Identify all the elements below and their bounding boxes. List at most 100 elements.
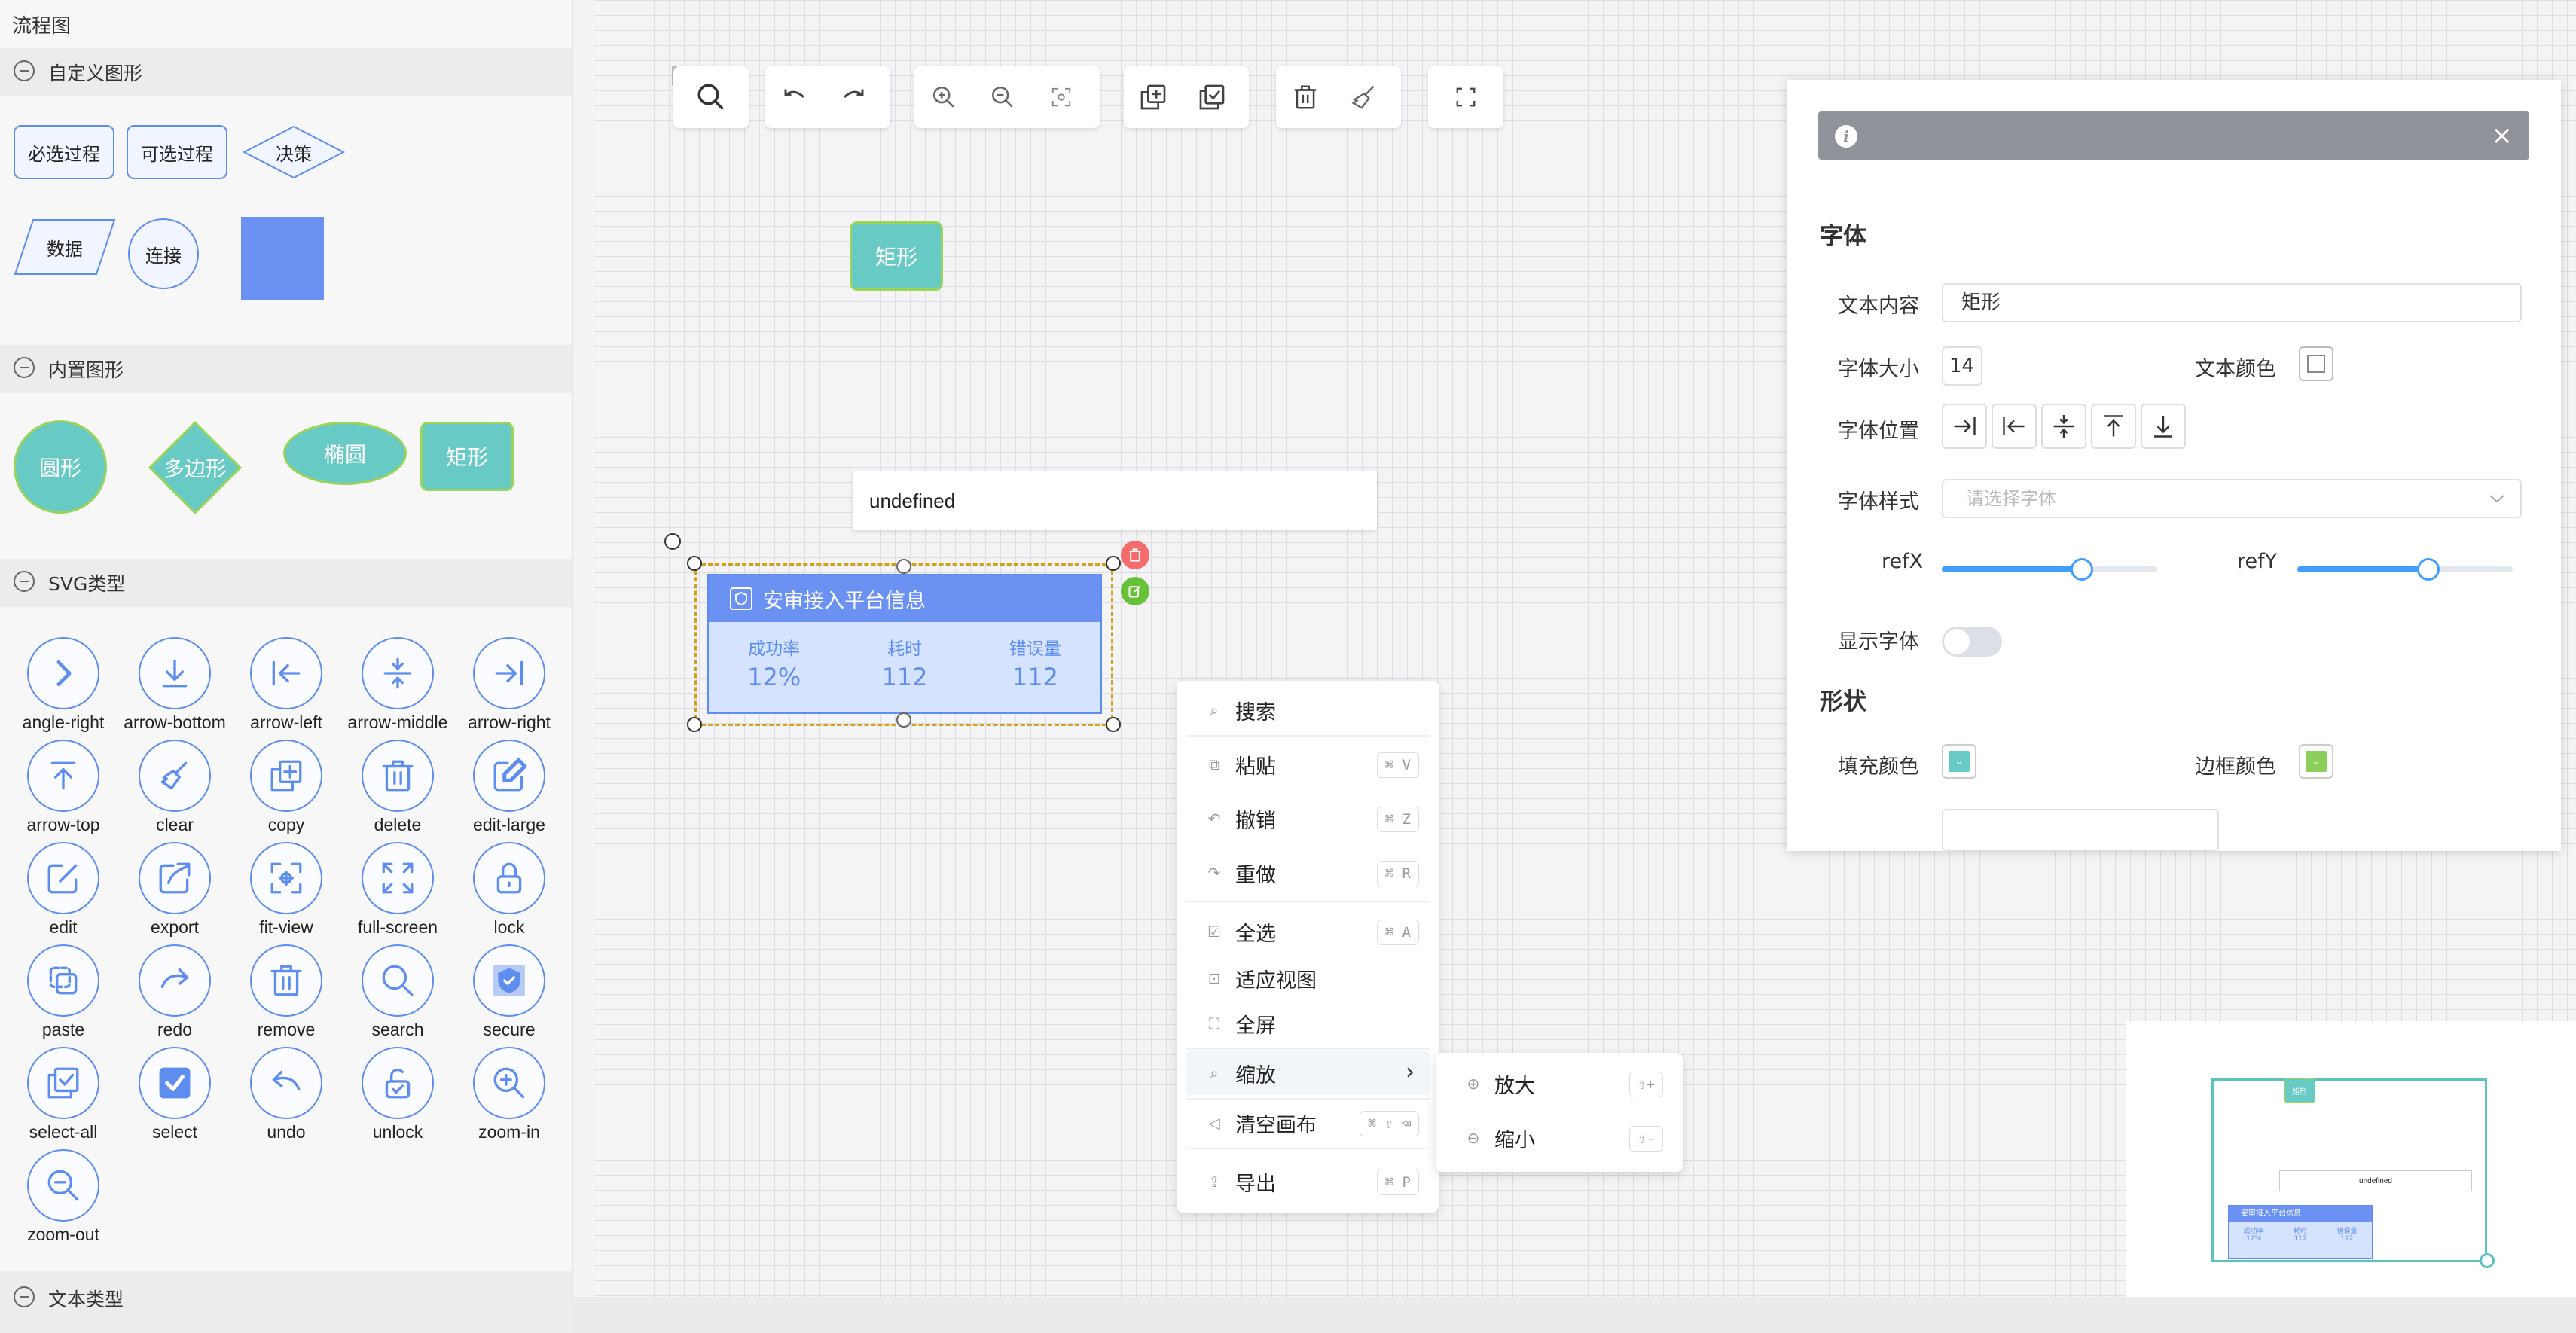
svg-item-zoom-out[interactable]: zoom-out [3,1149,124,1245]
svg-item-lock[interactable]: lock [449,842,569,938]
shape-filled-rect[interactable] [241,217,324,300]
section-text-types[interactable]: 文本类型 [0,1271,572,1333]
svg-item-export[interactable]: export [114,842,235,938]
position-middle-icon[interactable] [2041,404,2086,449]
shape-data[interactable]: 数据 [14,218,116,276]
svg-item-copy[interactable]: copy [226,740,346,835]
minimap[interactable]: 矩形 undefined 安审接入平台信息 成功率 12% 耗时 112 错误量 11… [2126,1021,2576,1297]
menu-item-full-screen[interactable]: ⛶ 全屏 [1186,1002,1430,1045]
menu-item-clear-canvas[interactable]: ◁ 清空画布 ⌘ ⇧ ⌫ [1186,1101,1430,1145]
text-color-swatch[interactable] [2299,346,2333,381]
submenu-item-zoom-in[interactable]: ⊕ 放大 ⇧+ [1445,1062,1674,1106]
svg-item-secure[interactable]: secure [449,944,569,1040]
svg-item-select-all[interactable]: select-all [3,1047,124,1142]
collapse-icon[interactable] [14,571,35,592]
full-screen-icon[interactable] [1428,66,1503,128]
position-top-icon[interactable] [2091,404,2136,449]
undo-icon[interactable] [765,66,824,128]
svg-item-edit[interactable]: edit [3,842,124,938]
svg-item-arrow-middle[interactable]: arrow-middle [337,637,458,733]
shape-decision[interactable]: 决策 [243,125,345,179]
refy-slider[interactable] [2297,558,2513,581]
show-font-toggle[interactable] [1942,627,2002,657]
svg-item-edit-large[interactable]: edit-large [449,740,569,835]
menu-item-redo[interactable]: ↷ 重做 ⌘ R [1186,851,1430,895]
svg-item-paste[interactable]: paste [3,944,124,1040]
slider-knob[interactable] [2417,558,2440,581]
clear-icon[interactable] [1335,66,1393,128]
svg-item-remove[interactable]: remove [226,944,346,1040]
redo-icon[interactable] [824,66,883,128]
menu-item-search[interactable]: ⌕ 搜索 [1186,688,1430,732]
svg-item-arrow-top[interactable]: arrow-top [3,740,124,835]
minimap-resize-handle[interactable] [2480,1253,2495,1268]
info-card[interactable]: 安审接入平台信息 成功率 12% 耗时 112 错误量 112 [707,574,1102,714]
node-delete-button[interactable] [1121,541,1149,569]
position-left-icon[interactable] [1992,404,2037,449]
canvas-rect-node[interactable]: 矩形 [850,221,943,291]
svg-item-arrow-left[interactable]: arrow-left [226,637,346,733]
submenu-item-zoom-out[interactable]: ⊖ 缩小 ⇧- [1445,1116,1674,1160]
svg-item-undo[interactable]: undo [226,1047,346,1142]
svg-item-unlock[interactable]: unlock [337,1047,458,1142]
shape-connect[interactable]: 连接 [128,218,199,289]
resize-handle-br[interactable] [1106,717,1121,732]
svg-item-angle-right[interactable]: angle-right [3,637,124,733]
search-icon[interactable] [673,66,749,128]
svg-item-zoom-in[interactable]: zoom-in [449,1047,569,1142]
border-color-swatch[interactable]: ⌄ [2299,744,2333,779]
section-svg-types[interactable]: SVG类型 [0,559,572,607]
fill-color-swatch[interactable]: ⌄ [1942,744,1976,779]
text-node[interactable]: undefined [853,471,1377,530]
svg-item-delete[interactable]: delete [337,740,458,835]
collapse-icon[interactable] [14,357,35,378]
zoom-out-icon[interactable] [973,66,1032,128]
menu-item-export[interactable]: ⇪ 导出 ⌘ P [1186,1160,1430,1203]
position-right-icon[interactable] [1942,404,1987,449]
section-custom-shapes[interactable]: 自定义图形 [0,48,572,96]
font-style-select[interactable]: 请选择字体 [1942,479,2522,518]
svg-item-clear[interactable]: clear [114,740,235,835]
menu-item-fit-view[interactable]: ⊡ 适应视图 [1186,956,1430,1000]
svg-item-arrow-bottom[interactable]: arrow-bottom [114,637,235,733]
font-size-input[interactable]: 14 [1942,346,1982,386]
svg-item-redo[interactable]: redo [114,944,235,1040]
shape-circle[interactable]: 圆形 [14,420,107,514]
select-all-icon[interactable] [1183,66,1241,128]
port-bottom[interactable] [896,712,911,728]
refx-slider[interactable] [1942,558,2157,581]
zoom-in-icon[interactable] [914,66,973,128]
shape-rect[interactable]: 矩形 [420,422,514,491]
shape-polygon[interactable]: 多边形 [148,420,243,515]
menu-item-paste[interactable]: ⧉ 粘贴 ⌘ V [1186,743,1430,786]
svg-item-arrow-right[interactable]: arrow-right [449,637,569,733]
svg-item-select[interactable]: select [114,1047,235,1142]
resize-handle-bl[interactable] [687,717,702,732]
rotate-handle[interactable] [664,533,681,550]
shape-required-process[interactable]: 必选过程 [14,125,114,179]
next-field-input[interactable] [1942,809,2219,851]
svg-item-full-screen[interactable]: full-screen [337,842,458,938]
menu-item-zoom[interactable]: ⌕ 缩放 › [1186,1051,1430,1095]
delete-icon[interactable] [1276,66,1335,128]
menu-item-select-all[interactable]: ☑ 全选 ⌘ A [1186,910,1430,953]
shape-optional-process[interactable]: 可选过程 [127,125,227,179]
fit-view-icon[interactable] [1032,66,1091,128]
node-edit-button[interactable] [1121,577,1149,605]
port-top[interactable] [896,559,911,574]
collapse-icon[interactable] [14,60,35,81]
svg-item-fit-view[interactable]: fit-view [226,842,346,938]
resize-handle-tl[interactable] [687,556,702,571]
shape-ellipse[interactable]: 椭圆 [283,422,407,485]
resize-handle-tr[interactable] [1106,556,1121,571]
text-content-input[interactable]: 矩形 [1942,283,2522,322]
collapse-icon[interactable] [14,1286,35,1307]
close-button[interactable]: × [2492,120,2513,151]
slider-knob[interactable] [2071,558,2093,581]
menu-item-undo[interactable]: ↶ 撤销 ⌘ Z [1186,797,1430,840]
section-builtin-shapes[interactable]: 内置图形 [0,345,572,393]
position-bottom-icon[interactable] [2141,404,2186,449]
svg-item-search[interactable]: search [337,944,458,1040]
copy-icon[interactable] [1124,66,1183,128]
bottom-scrollbar[interactable] [572,1297,2576,1333]
